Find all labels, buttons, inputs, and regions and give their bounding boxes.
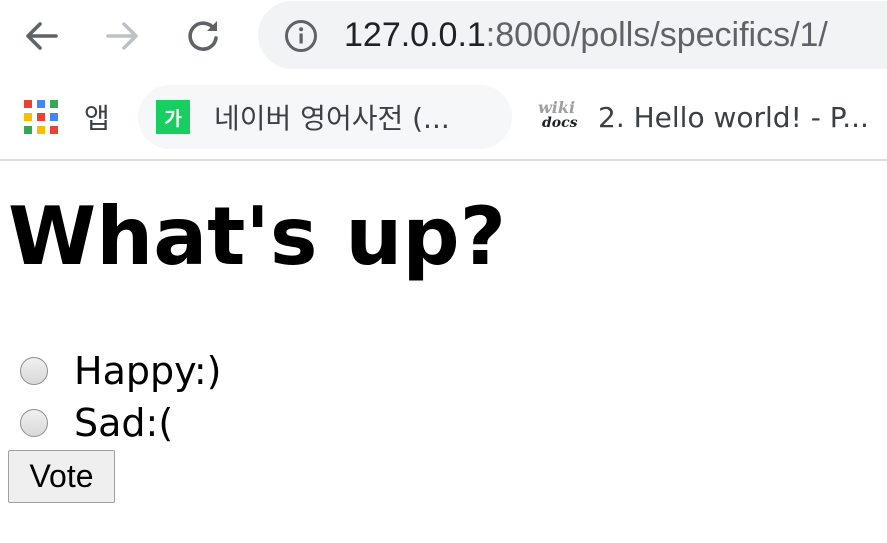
- back-button[interactable]: [20, 14, 64, 58]
- radio-happy[interactable]: [20, 357, 48, 385]
- choice-happy-label: Happy:): [74, 349, 222, 393]
- bookmark-apps-label: 앱: [84, 102, 110, 135]
- bookmark-wikidocs-label: 2. Hello world! - P...: [598, 100, 869, 134]
- choice-sad[interactable]: Sad:(: [20, 398, 173, 448]
- arrow-right-icon: [106, 22, 138, 50]
- choice-sad-label: Sad:(: [74, 401, 174, 445]
- bookmark-naver-dictionary[interactable]: 가 네이버 영어사전 (...: [138, 85, 512, 149]
- info-icon[interactable]: [284, 19, 318, 53]
- bookmark-apps[interactable]: 앱: [24, 85, 110, 149]
- naver-icon-glyph: 가: [164, 107, 182, 130]
- bookmark-naver-label: 네이버 영어사전 (...: [214, 102, 450, 135]
- page-content: What's up? Happy:) Sad:( Vote: [0, 161, 887, 543]
- radio-sad[interactable]: [20, 409, 48, 437]
- apps-grid-icon: [24, 100, 58, 134]
- reload-icon: [188, 21, 218, 51]
- naver-dictionary-icon: 가: [156, 100, 190, 134]
- address-bar[interactable]: 127.0.0.1:8000/polls/specifics/1/: [258, 1, 887, 69]
- wikidocs-icon: wiki docs: [536, 98, 578, 134]
- choice-happy[interactable]: Happy:): [20, 346, 221, 396]
- page-title: What's up?: [8, 190, 507, 283]
- reload-button[interactable]: [181, 14, 225, 58]
- bookmark-wikidocs[interactable]: wiki docs 2. Hello world! - P...: [536, 85, 869, 149]
- url-host: 127.0.0.1: [344, 16, 486, 54]
- url-text[interactable]: 127.0.0.1:8000/polls/specifics/1/: [344, 15, 828, 55]
- bookmarks-bar: 앱 가 네이버 영어사전 (... wiki docs 2. Hello wor…: [0, 75, 887, 161]
- url-path: :8000/polls/specifics/1/: [485, 16, 828, 54]
- browser-toolbar: 127.0.0.1:8000/polls/specifics/1/: [0, 0, 887, 75]
- forward-button[interactable]: [100, 14, 144, 58]
- arrow-left-icon: [26, 22, 58, 50]
- wikidocs-icon-bottom: docs: [542, 115, 578, 131]
- vote-button[interactable]: Vote: [8, 450, 115, 503]
